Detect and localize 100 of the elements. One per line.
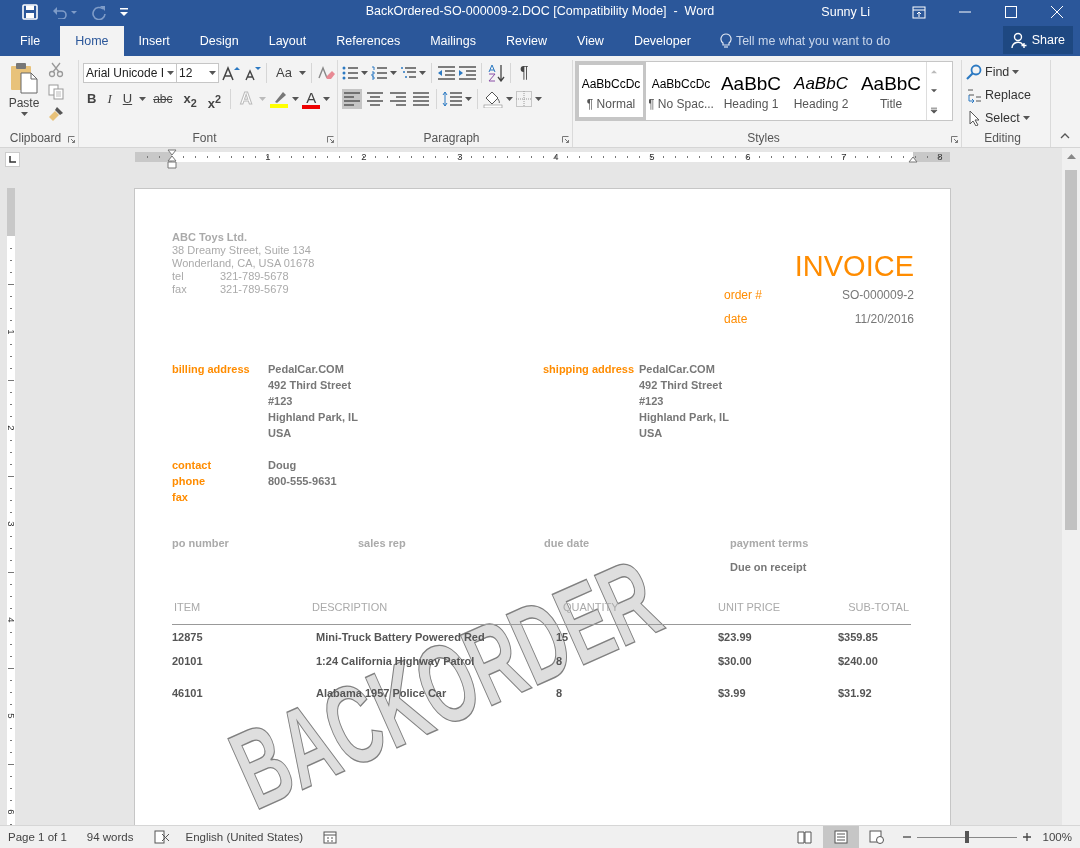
- ribbon-tab[interactable]: Home: [60, 26, 124, 56]
- align-justify-button[interactable]: [411, 89, 431, 109]
- zoom-in-icon[interactable]: [1022, 833, 1031, 841]
- clear-formatting-icon[interactable]: [316, 65, 335, 81]
- numbered-list-icon[interactable]: [371, 66, 387, 80]
- caret-icon[interactable]: [1022, 115, 1030, 120]
- word-count[interactable]: 94 words: [86, 831, 134, 843]
- tell-me-field[interactable]: Tell me what you want to do: [735, 34, 911, 48]
- share-button[interactable]: Share: [1002, 26, 1073, 54]
- format-button[interactable]: x$^{2}$: [203, 89, 225, 109]
- caret-icon[interactable]: [209, 71, 216, 75]
- dialog-launcher-icon[interactable]: [562, 136, 569, 143]
- multilevel-list-icon[interactable]: [400, 66, 416, 80]
- undo-icon[interactable]: [52, 5, 78, 19]
- ribbon-tab[interactable]: Layout: [253, 26, 322, 56]
- caret-icon[interactable]: [1012, 69, 1020, 74]
- format-button[interactable]: U: [118, 89, 137, 109]
- language-status[interactable]: English (United States): [185, 831, 304, 843]
- change-case-button[interactable]: Aa: [272, 63, 296, 83]
- terms-label: payment terms: [730, 536, 810, 551]
- align-center-button[interactable]: [365, 89, 385, 109]
- terms-label: po number: [172, 536, 230, 551]
- customize-toolbar-icon[interactable]: [120, 8, 128, 16]
- close-icon[interactable]: [1051, 6, 1063, 18]
- paint-bucket-icon[interactable]: [483, 90, 503, 108]
- caret-icon[interactable]: [298, 71, 306, 75]
- page-count[interactable]: Page 1 of 1: [8, 831, 67, 843]
- caret-icon[interactable]: [361, 71, 368, 75]
- dialog-launcher-icon[interactable]: [68, 136, 75, 143]
- caret-icon[interactable]: [390, 71, 397, 75]
- font-color-button[interactable]: A: [302, 89, 321, 109]
- ribbon-tab[interactable]: Design: [184, 26, 254, 56]
- dialog-launcher-icon[interactable]: [951, 136, 958, 143]
- company-address: Wonderland, CA, USA 01678: [172, 257, 315, 270]
- ribbon-tab[interactable]: File: [0, 26, 61, 56]
- scrollbar-thumb[interactable]: [1065, 170, 1077, 530]
- bullet-list-icon[interactable]: [342, 66, 358, 80]
- format-button[interactable]: abc: [149, 89, 177, 109]
- table-cell-text: $3.99: [718, 686, 747, 701]
- paste-button[interactable]: Paste: [4, 60, 44, 129]
- caret-icon[interactable]: [323, 97, 331, 101]
- zoom-out-icon[interactable]: [902, 833, 911, 841]
- contact-value: Doug: [268, 458, 298, 473]
- contact-label: contact: [172, 458, 213, 473]
- caret-icon[interactable]: [167, 71, 174, 75]
- highlighter-icon[interactable]: [269, 90, 290, 108]
- style-item[interactable]: AaBbC Heading 2: [786, 62, 856, 120]
- caret-icon[interactable]: [139, 97, 147, 101]
- caret-icon[interactable]: [535, 97, 542, 101]
- scroll-up-icon[interactable]: [1066, 153, 1076, 159]
- user-name[interactable]: Sunny Li: [821, 5, 870, 19]
- indent-marker-icon[interactable]: [167, 149, 177, 169]
- collapse-ribbon-icon[interactable]: [1060, 133, 1070, 139]
- format-button[interactable]: B: [83, 89, 101, 109]
- ribbon-tab[interactable]: Insert: [123, 26, 185, 56]
- align-right-button[interactable]: [388, 89, 408, 109]
- grow-font-icon[interactable]: [222, 65, 240, 81]
- zoom-level[interactable]: 100%: [1042, 831, 1072, 843]
- find-button[interactable]: Find: [966, 60, 1031, 83]
- ribbon-tab[interactable]: Developer: [618, 26, 706, 56]
- macro-recording-icon[interactable]: [323, 830, 338, 844]
- font-name-field[interactable]: Arial Unicode I: [83, 63, 177, 83]
- save-icon[interactable]: [22, 4, 38, 20]
- caret-icon[interactable]: [465, 97, 472, 101]
- ribbon-tab[interactable]: View: [562, 26, 619, 56]
- shrink-font-icon[interactable]: [243, 65, 261, 81]
- proofing-icon[interactable]: [153, 830, 170, 844]
- ribbon-tab[interactable]: Review: [491, 26, 562, 56]
- select-button[interactable]: Select: [966, 106, 1031, 129]
- format-button[interactable]: I: [103, 89, 116, 109]
- dialog-launcher-icon[interactable]: [327, 136, 334, 143]
- right-indent-icon[interactable]: [908, 156, 918, 163]
- caret-icon[interactable]: [419, 71, 426, 75]
- align-left-button[interactable]: [342, 89, 362, 109]
- scissors-icon[interactable]: [48, 62, 64, 78]
- show-formatting-button[interactable]: ¶: [516, 63, 533, 83]
- style-item[interactable]: AaBbCcDc ¶ Normal: [576, 62, 646, 120]
- ribbon-tab[interactable]: Mailings: [415, 26, 491, 56]
- sort-icon[interactable]: [487, 64, 505, 82]
- ribbon-display-icon[interactable]: [912, 5, 926, 19]
- ribbon-tab[interactable]: References: [321, 26, 416, 56]
- slider-thumb[interactable]: [964, 831, 969, 843]
- print-view-button[interactable]: [822, 826, 859, 848]
- replace-button[interactable]: Replace: [966, 83, 1031, 106]
- format-button[interactable]: x$_{2}$: [179, 89, 201, 109]
- font-size-field[interactable]: 12: [176, 63, 219, 83]
- style-item[interactable]: AaBbC Heading 1: [716, 62, 786, 120]
- paintbrush-icon[interactable]: [48, 106, 64, 122]
- caret-icon[interactable]: [20, 112, 28, 116]
- caret-icon[interactable]: [506, 97, 513, 101]
- line-spacing-icon[interactable]: [442, 91, 462, 107]
- style-item[interactable]: AaBbC Title: [856, 62, 926, 120]
- maximize-icon[interactable]: [1005, 6, 1017, 18]
- ruler-margin-shading: [7, 188, 15, 236]
- style-item[interactable]: AaBbCcDc ¶ No Spac...: [646, 62, 716, 120]
- caret-icon[interactable]: [292, 97, 300, 101]
- redo-icon[interactable]: [92, 4, 106, 20]
- tab-selector-icon[interactable]: [5, 151, 20, 167]
- decrease-indent-icon[interactable]: [437, 66, 455, 80]
- increase-indent-icon[interactable]: [458, 66, 476, 80]
